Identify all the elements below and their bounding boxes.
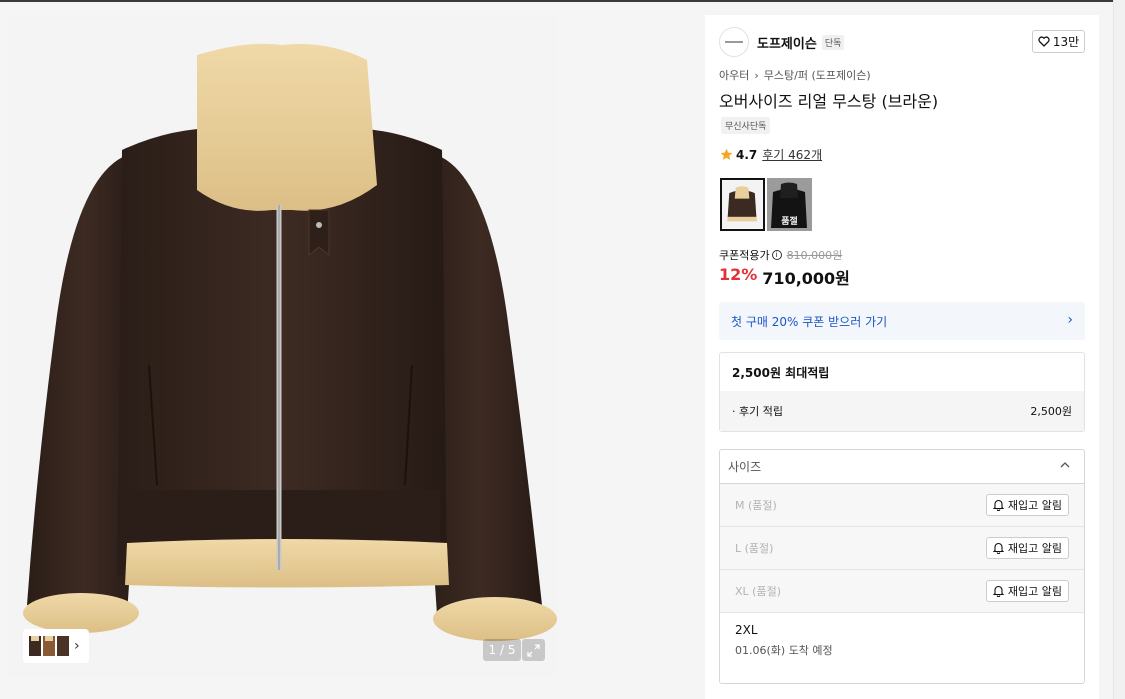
size-option-l[interactable]: L (품절) 재입고 알림 (720, 527, 1084, 570)
info-icon[interactable]: i (771, 250, 782, 260)
delivery-estimate: 01.06(화) 도착 예정 (735, 644, 833, 657)
restock-alert-label: 재입고 알림 (1007, 542, 1062, 555)
like-count: 13만 (1052, 35, 1080, 49)
size-selector[interactable]: 사이즈 M (품절) 재입고 알림 L (품절) 재입고 알림 XL (품절) … (719, 449, 1085, 684)
final-price: 710,000원 (762, 269, 850, 288)
color-option-brown[interactable] (720, 178, 765, 231)
price-row: 12% 710,000원 (719, 265, 850, 289)
coupon-banner-text: 첫 구매 20% 쿠폰 받으러 가기 (731, 314, 888, 329)
size-option-label: XL (품절) (735, 585, 781, 598)
chevron-right-icon: › (754, 68, 759, 82)
points-row-value: 2,500원 (1030, 405, 1072, 418)
bell-icon (992, 585, 1004, 597)
review-link[interactable]: 후기 462개 (762, 146, 822, 163)
chevron-right-icon: › (1067, 312, 1073, 328)
first-purchase-coupon-banner[interactable]: 첫 구매 20% 쿠폰 받으러 가기 › (719, 302, 1085, 340)
rating-row: 4.7 후기 462개 (720, 146, 822, 163)
breadcrumb-item[interactable]: 무스탕/퍼 (도프제이슨) (764, 67, 871, 83)
restock-alert-button[interactable]: 재입고 알림 (985, 494, 1069, 516)
chevron-right-icon: › (74, 638, 80, 654)
brand-exclusive-tag: 단독 (821, 34, 845, 50)
points-row: · 후기 적립 2,500원 (720, 391, 1084, 431)
product-main-image (23, 43, 557, 641)
size-placeholder: 사이즈 (728, 460, 762, 474)
expand-button[interactable] (522, 639, 545, 661)
expand-icon (527, 643, 540, 657)
product-info-panel: 도프제이슨 단독 13만 아우터 › 무스탕/퍼 (도프제이슨) 오버사이즈 리… (705, 15, 1099, 699)
brand-logo[interactable] (719, 27, 749, 57)
restock-alert-button[interactable]: 재입고 알림 (985, 537, 1069, 559)
chevron-up-icon (1060, 462, 1070, 468)
original-price: 810,000원 (786, 249, 843, 262)
size-option-label: L (품절) (735, 542, 774, 555)
thumbnail-strip-button[interactable]: › (23, 629, 89, 663)
thumbnail-image (29, 636, 69, 656)
exclusive-badge: 무신사단독 (721, 117, 771, 134)
page-scrollbar[interactable] (1113, 0, 1125, 699)
size-option-label: M (품절) (735, 499, 777, 512)
breadcrumb: 아우터 › 무스탕/퍼 (도프제이슨) (719, 67, 871, 83)
product-title: 오버사이즈 리얼 무스탕 (브라운) (719, 92, 939, 111)
like-button[interactable]: 13만 (1032, 30, 1085, 53)
restock-alert-label: 재입고 알림 (1007, 499, 1062, 512)
size-option-label: 2XL (735, 623, 758, 637)
size-dropdown-header[interactable]: 사이즈 (720, 450, 1084, 484)
brand-row[interactable]: 도프제이슨 단독 (719, 27, 845, 57)
size-option-xl[interactable]: XL (품절) 재입고 알림 (720, 570, 1084, 613)
coupon-price-label: 쿠폰적용가 i 810,000원 (719, 247, 842, 263)
coupon-price-text: 쿠폰적용가 (719, 249, 770, 262)
product-image-gallery[interactable]: › 1 / 5 (7, 15, 558, 677)
restock-alert-label: 재입고 알림 (1007, 585, 1062, 598)
bell-icon (992, 499, 1004, 511)
breadcrumb-item[interactable]: 아우터 (719, 67, 749, 83)
color-option-black[interactable]: 품절 (767, 178, 812, 231)
discount-rate: 12% (719, 265, 758, 284)
bell-icon (992, 542, 1004, 554)
soldout-label: 품절 (781, 217, 798, 227)
size-option-m[interactable]: M (품절) 재입고 알림 (720, 484, 1084, 527)
points-header: 2,500원 최대적립 (732, 365, 830, 380)
points-row-label: · 후기 적립 (732, 405, 783, 418)
brand-name[interactable]: 도프제이슨 (757, 33, 817, 52)
image-counter: 1 / 5 (483, 639, 521, 661)
rating-value: 4.7 (736, 147, 758, 162)
points-box: 2,500원 최대적립 · 후기 적립 2,500원 (719, 352, 1085, 432)
star-icon (720, 148, 733, 160)
top-border (0, 0, 1113, 2)
size-option-2xl[interactable]: 2XL 01.06(화) 도착 예정 (720, 613, 1084, 668)
restock-alert-button[interactable]: 재입고 알림 (985, 580, 1069, 602)
heart-icon (1038, 36, 1050, 47)
column-gap (693, 2, 705, 699)
color-swatch-image (722, 180, 763, 229)
